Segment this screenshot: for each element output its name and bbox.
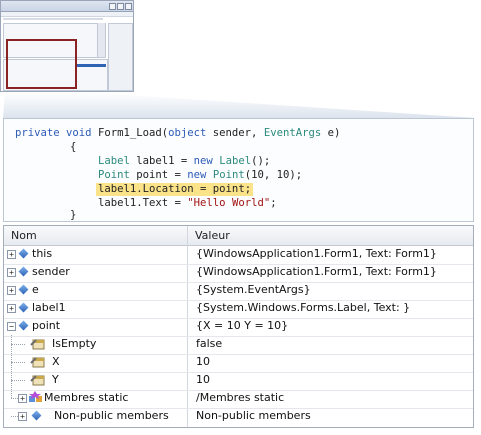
grid-header: Nom Valeur bbox=[4, 226, 473, 246]
expand-icon[interactable]: + bbox=[7, 304, 16, 313]
variable-name: sender bbox=[32, 265, 70, 278]
type-point: Point bbox=[98, 169, 130, 181]
type-point-ctor: Point bbox=[212, 169, 245, 181]
code-snippet-panel: private void Form1_Load(object sender, E… bbox=[3, 118, 474, 222]
ctor-tail: (); bbox=[251, 155, 271, 167]
code-line-signature: private void Form1_Load(object sender, E… bbox=[15, 127, 340, 140]
watch-row-y[interactable]: Y 10 bbox=[4, 372, 473, 391]
watch-row-this[interactable]: + this {WindowsApplication1.Form1, Text:… bbox=[4, 246, 473, 265]
field-icon bbox=[18, 248, 29, 259]
variable-name: e bbox=[32, 283, 39, 296]
group-value: Non-public members bbox=[196, 409, 311, 422]
field-icon bbox=[18, 320, 29, 331]
collapse-icon[interactable]: − bbox=[7, 322, 16, 331]
expand-icon[interactable]: + bbox=[7, 286, 16, 295]
variable-name: this bbox=[32, 247, 53, 260]
keyword-private: private bbox=[15, 127, 60, 139]
property-value: 10 bbox=[196, 373, 210, 386]
variable-name: label1 bbox=[32, 301, 66, 314]
field-icon bbox=[18, 284, 29, 295]
variable-value: {System.EventArgs} bbox=[196, 283, 311, 296]
keyword-object: object bbox=[168, 127, 207, 139]
ctor-args: (10, 10); bbox=[244, 169, 303, 181]
property-name: X bbox=[52, 355, 60, 368]
code-close-brace: } bbox=[70, 209, 77, 221]
variable-value: {X = 10 Y = 10} bbox=[196, 319, 289, 332]
property-icon bbox=[30, 375, 45, 386]
code-line-text-assign: label1.Text = "Hello World"; bbox=[98, 197, 277, 210]
method-name: Form1_Load( bbox=[97, 127, 169, 139]
group-name: Non-public members bbox=[54, 409, 169, 422]
variable-value: {WindowsApplication1.Form1, Text: Form1} bbox=[196, 265, 437, 278]
decl-label1: label1 = bbox=[129, 155, 194, 167]
property-value: false bbox=[196, 337, 223, 350]
decl-point: point = bbox=[129, 169, 188, 181]
watch-row-sender[interactable]: + sender {WindowsApplication1.Form1, Tex… bbox=[4, 264, 473, 283]
watch-row-x[interactable]: X 10 bbox=[4, 354, 473, 373]
group-name: Membres static bbox=[44, 391, 129, 404]
watch-row-e[interactable]: + e {System.EventArgs} bbox=[4, 282, 473, 301]
type-label: Label bbox=[98, 155, 130, 167]
string-literal: "Hello World" bbox=[187, 197, 271, 209]
watch-row-non-public-members[interactable]: + Non-public members Non-public members bbox=[4, 408, 473, 426]
type-label-ctor: Label bbox=[219, 155, 252, 167]
watch-row-label1[interactable]: + label1 {System.Windows.Forms.Label, Te… bbox=[4, 300, 473, 319]
code-line-current-statement: label1.Location = point; bbox=[96, 183, 254, 196]
group-value: /Membres static bbox=[196, 391, 285, 404]
field-icon bbox=[18, 302, 29, 313]
property-name: IsEmpty bbox=[52, 337, 97, 350]
keyword-void: void bbox=[66, 127, 92, 139]
expand-icon[interactable]: + bbox=[7, 250, 16, 259]
expand-icon[interactable]: + bbox=[18, 394, 27, 403]
locals-watch-grid: Nom Valeur + this {WindowsApplication1.F… bbox=[3, 225, 474, 428]
variable-name: point bbox=[32, 319, 61, 332]
keyword-new: new bbox=[193, 155, 213, 167]
static-members-icon bbox=[29, 391, 42, 402]
column-header-value[interactable]: Valeur bbox=[195, 229, 230, 242]
code-line-point-decl: Point point = new Point(10, 10); bbox=[98, 169, 302, 182]
property-value: 10 bbox=[196, 355, 210, 368]
expand-icon[interactable]: + bbox=[18, 412, 27, 421]
watch-row-isempty[interactable]: IsEmpty false bbox=[4, 336, 473, 355]
code-line-label-decl: Label label1 = new Label(); bbox=[98, 155, 270, 168]
variable-value: {WindowsApplication1.Form1, Text: Form1} bbox=[196, 247, 437, 260]
assign-head: label1.Text = bbox=[98, 197, 188, 209]
property-icon bbox=[30, 357, 45, 368]
variable-value: {System.Windows.Forms.Label, Text: } bbox=[196, 301, 411, 314]
param-e: e) bbox=[321, 127, 341, 139]
property-icon bbox=[30, 339, 45, 350]
field-icon bbox=[18, 266, 29, 277]
keyword-new: new bbox=[187, 169, 207, 181]
type-eventargs: EventArgs bbox=[263, 127, 322, 139]
property-name: Y bbox=[52, 373, 59, 386]
expand-icon[interactable]: + bbox=[7, 268, 16, 277]
watch-row-static-members[interactable]: + Membres static /Membres static bbox=[4, 390, 473, 409]
assign-tail: ; bbox=[270, 197, 277, 209]
column-header-name[interactable]: Nom bbox=[11, 229, 37, 242]
param-sender: sender, bbox=[206, 127, 264, 139]
code-open-brace: { bbox=[70, 141, 77, 153]
zoom-callout-wedge bbox=[3, 92, 476, 118]
field-icon bbox=[31, 410, 42, 421]
watch-row-point[interactable]: − point {X = 10 Y = 10} bbox=[4, 318, 473, 337]
